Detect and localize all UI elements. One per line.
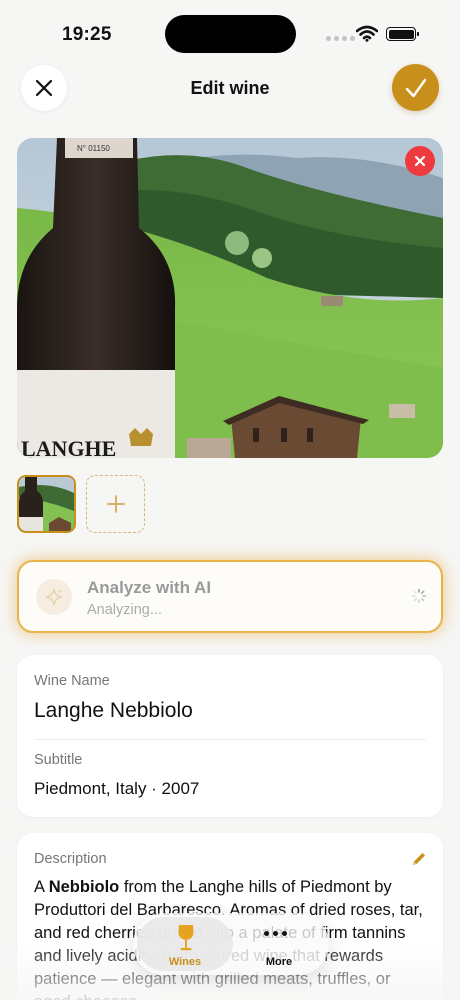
tab-wines-label: Wines xyxy=(168,956,202,968)
tab-more[interactable]: More xyxy=(233,917,325,971)
wine-name-label: Wine Name xyxy=(34,673,110,689)
status-time: 19:25 xyxy=(62,24,112,45)
remove-photo-button[interactable] xyxy=(405,146,435,176)
battery-icon xyxy=(386,27,419,41)
subtitle-field[interactable]: Piedmont, Italy · 2007 xyxy=(34,779,199,799)
remove-icon xyxy=(414,155,426,167)
wine-photo[interactable]: N° 01150 LANGHE xyxy=(17,138,443,458)
wine-glass-icon xyxy=(178,925,194,951)
sparkle-icon xyxy=(36,579,72,615)
bottle-label: LANGHE xyxy=(21,436,116,458)
wine-details-card: Wine Name Langhe Nebbiolo Subtitle Piedm… xyxy=(17,655,443,817)
field-divider xyxy=(34,739,426,740)
tab-bar: Wines More xyxy=(133,913,329,975)
plus-icon xyxy=(106,495,125,513)
status-bar: 19:25 xyxy=(0,0,460,64)
page-title: Edit wine xyxy=(190,78,270,98)
dynamic-island xyxy=(165,15,296,53)
edit-description-icon[interactable] xyxy=(411,851,427,867)
tab-wines[interactable]: Wines xyxy=(137,917,233,971)
bottle-neck-label: N° 01150 xyxy=(77,144,110,153)
save-button[interactable] xyxy=(392,64,439,111)
photo-thumbnail[interactable] xyxy=(17,475,76,533)
analyze-status: Analyzing... xyxy=(87,602,162,618)
tab-more-label: More xyxy=(265,956,293,968)
description-label: Description xyxy=(34,851,107,867)
spinner-icon xyxy=(411,588,427,604)
analyze-title: Analyze with AI xyxy=(87,578,212,597)
analyze-ai-button[interactable]: Analyze with AI Analyzing... xyxy=(17,560,443,633)
checkmark-icon xyxy=(405,78,426,97)
add-photo-button[interactable] xyxy=(86,475,145,533)
signal-icon xyxy=(326,36,355,41)
wifi-icon xyxy=(356,25,378,42)
wine-name-field[interactable]: Langhe Nebbiolo xyxy=(34,699,193,723)
more-icon xyxy=(264,931,287,936)
subtitle-label: Subtitle xyxy=(34,752,83,768)
